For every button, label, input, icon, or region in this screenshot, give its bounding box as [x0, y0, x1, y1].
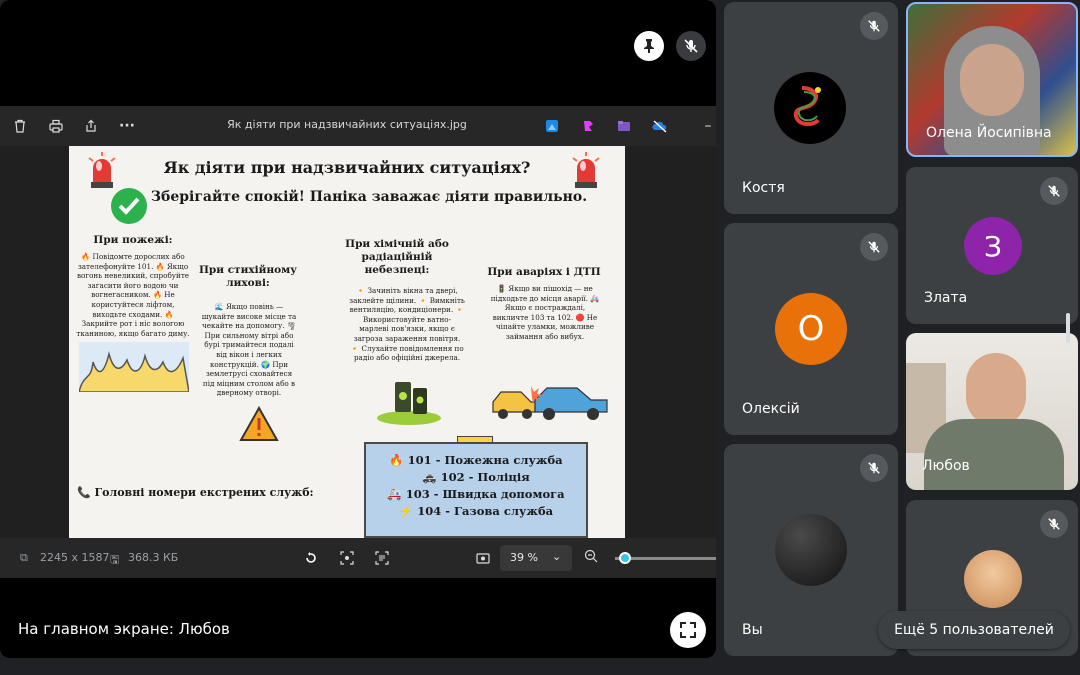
car-crash-icon — [492, 386, 608, 420]
rotate-button[interactable] — [304, 551, 318, 568]
participant-tile-self[interactable]: Вы — [724, 444, 898, 656]
mic-off-icon — [860, 454, 888, 482]
chem-heading: При хімічній або радіаційній небезпеці: — [345, 238, 449, 276]
participant-name: Любов — [922, 458, 970, 474]
printer-icon — [49, 119, 63, 133]
avatar-initial: З — [964, 217, 1022, 275]
fit-button[interactable] — [476, 551, 490, 568]
fit-screen-icon — [476, 553, 490, 564]
participant-name: Костя — [742, 180, 785, 196]
number-fire: 🔥 101 - Пожежна служба — [389, 453, 563, 467]
more-options-button[interactable]: ··· — [117, 116, 137, 136]
mic-off-icon — [860, 233, 888, 261]
accident-text: 🚦 Якщо ви пішохід — не підходьте до місц… — [490, 284, 600, 341]
participant-face — [966, 353, 1026, 427]
viewer-statusbar: ⧉ 2245 x 1587 🖫 368.3 КБ 39 % ⌄ — [0, 538, 716, 578]
minimize-button[interactable]: – — [698, 116, 716, 136]
participant-tile-lyubov[interactable]: Любов — [906, 333, 1078, 490]
mic-off-icon — [1040, 510, 1068, 538]
mic-off-icon — [1040, 177, 1068, 205]
warning-sign-icon — [239, 406, 279, 441]
fullscreen-button[interactable] — [670, 612, 706, 648]
clipchamp-button[interactable] — [578, 116, 598, 136]
image-dimensions: 2245 x 1587 — [40, 551, 110, 564]
pin-icon — [644, 39, 654, 53]
infographic-image: Як діяти при надзвичайних ситуаціях? Збе… — [69, 146, 625, 538]
participant-tile-kostya[interactable]: Костя — [724, 2, 898, 214]
crop-button[interactable] — [340, 551, 354, 568]
onedrive-button[interactable] — [650, 116, 670, 136]
infographic-subtitle: Зберігайте спокій! Паніка заважає діяти … — [150, 189, 588, 205]
folder-app-button[interactable] — [614, 116, 634, 136]
share-icon — [86, 119, 96, 132]
folder-icon — [618, 121, 630, 131]
zoom-select[interactable]: 39 % ⌄ — [500, 545, 572, 571]
mic-off-button[interactable] — [676, 31, 706, 61]
infographic-title: Як діяти при надзвичайних ситуаціях? — [163, 158, 531, 177]
clipchamp-icon — [584, 121, 593, 131]
avatar-initial: О — [775, 293, 847, 365]
flames-icon — [79, 342, 189, 392]
text-detect-button[interactable] — [375, 551, 389, 568]
rotate-icon — [306, 552, 316, 563]
image-viewer-window: ··· Як діяти при надзвичайних ситуаціях.… — [0, 106, 716, 578]
crop-icon — [340, 551, 354, 565]
fullscreen-icon — [680, 622, 696, 638]
participant-tile-olena[interactable]: Олена Йосипівна — [906, 2, 1078, 157]
presenter-label: На главном экране: Любов — [18, 620, 230, 638]
number-ambulance: 🚑 103 - Швидка допомога — [387, 487, 565, 501]
zoom-slider-thumb[interactable] — [619, 552, 632, 564]
main-stage: ··· Як діяти при надзвичайних ситуаціях.… — [0, 0, 716, 658]
emergency-numbers-label: 📞 Головні номери екстрених служб: — [77, 486, 314, 499]
more-participants-button[interactable]: Ещё 5 пользователей — [878, 611, 1070, 649]
zoom-slider[interactable] — [615, 552, 716, 564]
zoom-out-button[interactable] — [584, 549, 598, 567]
zoom-value: 39 % — [510, 551, 538, 564]
edit-app-button[interactable] — [542, 116, 562, 136]
pin-button[interactable] — [634, 31, 664, 61]
cloud-off-icon — [652, 120, 667, 133]
checkmark-icon — [111, 188, 147, 224]
participant-name: Вы — [742, 622, 763, 638]
participant-tile-oleksiy[interactable]: О Олексій — [724, 223, 898, 435]
emergency-numbers-box: 🔥 101 - Пожежна служба 🚓 102 - Поліція 🚑… — [364, 442, 588, 538]
mic-off-icon — [860, 12, 888, 40]
print-button[interactable] — [46, 116, 66, 136]
chevron-down-icon: ⌄ — [552, 550, 562, 563]
chem-text: 🔸 Зачиніть вікна та двері, заклейте щіли… — [349, 286, 465, 363]
fire-heading: При пожежі: — [93, 234, 173, 246]
zoom-out-icon — [584, 549, 598, 563]
scrollbar-indicator[interactable] — [1066, 313, 1070, 343]
participant-name: Олена Йосипівна — [926, 125, 1052, 141]
fire-text: 🔥 Повідомте дорослих або зателефонуйте 1… — [76, 252, 190, 338]
image-filesize: 368.3 КБ — [128, 551, 179, 564]
participant-body — [924, 419, 1064, 490]
photos-edit-icon — [546, 120, 558, 132]
avatar-photo — [775, 514, 847, 586]
viewer-title: Як діяти при надзвичайних ситуаціях.jpg — [227, 118, 467, 131]
trash-icon — [15, 119, 25, 133]
text-scan-icon — [375, 551, 389, 565]
toxic-barrels-icon — [377, 382, 441, 425]
participant-name: Злата — [924, 290, 968, 306]
number-police: 🚓 102 - Поліція — [422, 470, 530, 484]
disaster-text: 🌊 Якщо повінь — шукайте високе місце та … — [201, 302, 297, 398]
viewer-toolbar: ··· Як діяти при надзвичайних ситуаціях.… — [0, 106, 716, 146]
number-gas: ⚡ 104 - Газова служба — [398, 504, 554, 518]
participant-face — [960, 44, 1024, 116]
participant-name: Олексій — [742, 401, 800, 417]
mic-off-icon — [684, 39, 698, 53]
avatar-cat — [964, 550, 1022, 608]
participant-tile-zlata[interactable]: З Злата — [906, 167, 1078, 324]
share-button[interactable] — [81, 116, 101, 136]
disaster-heading: При стихійному лихові: — [199, 264, 297, 289]
dimensions-icon: ⧉ — [20, 551, 28, 564]
filesize-icon: 🖫 — [110, 553, 120, 566]
delete-button[interactable] — [10, 116, 30, 136]
accident-heading: При аваріях і ДТП — [487, 266, 601, 278]
avatar-dragon — [774, 72, 846, 144]
